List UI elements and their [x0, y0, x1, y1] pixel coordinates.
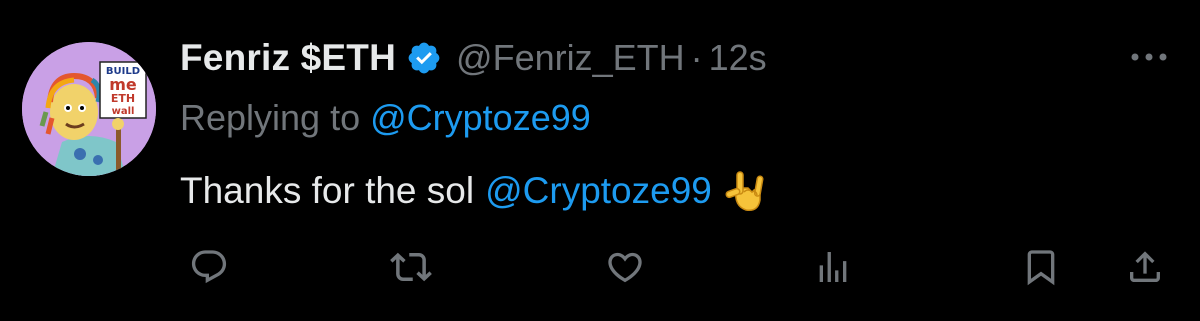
- handle[interactable]: @Fenriz_ETH: [456, 37, 685, 79]
- love-you-gesture-emoji: [724, 168, 770, 214]
- tweet-mention[interactable]: @Cryptoze99: [485, 170, 712, 212]
- reply-button[interactable]: [182, 240, 236, 294]
- avatar-image: BUILD me ETH wall: [22, 42, 156, 176]
- views-button[interactable]: [806, 240, 860, 294]
- reply-to-mention[interactable]: @Cryptoze99: [370, 97, 591, 138]
- action-bar: [0, 240, 1200, 294]
- more-button[interactable]: [1124, 40, 1174, 74]
- avatar-sign-line-3: ETH: [111, 92, 135, 105]
- heart-icon: [608, 252, 642, 283]
- retweet-button[interactable]: [384, 240, 438, 294]
- separator-dot: ·: [690, 37, 703, 78]
- replying-to-label: Replying to: [180, 97, 361, 138]
- views-icon: [819, 252, 847, 282]
- share-button[interactable]: [1118, 240, 1172, 294]
- tweet-text: Thanks for the sol @Cryptoze99: [180, 168, 770, 214]
- retweet-icon: [390, 252, 432, 282]
- replying-to: Replying to @Cryptoze99: [180, 97, 591, 139]
- tweet-header: Fenriz $ETH @Fenriz_ETH · 12s: [180, 32, 767, 84]
- more-icon: [1131, 53, 1167, 61]
- like-button[interactable]: [598, 240, 652, 294]
- verified-badge-icon[interactable]: [406, 40, 442, 76]
- share-icon: [1130, 251, 1160, 282]
- tweet[interactable]: BUILD me ETH wall Fenriz $ETH @Fenriz_ET…: [0, 0, 1200, 321]
- timestamp[interactable]: 12s: [709, 37, 767, 79]
- bookmark-button[interactable]: [1014, 240, 1068, 294]
- bookmark-icon: [1027, 250, 1055, 286]
- reply-icon: [191, 250, 227, 284]
- tweet-text-content: Thanks for the sol: [180, 170, 475, 211]
- avatar[interactable]: BUILD me ETH wall: [22, 42, 156, 176]
- avatar-sign-line-4: wall: [112, 106, 135, 117]
- display-name[interactable]: Fenriz $ETH: [180, 37, 396, 79]
